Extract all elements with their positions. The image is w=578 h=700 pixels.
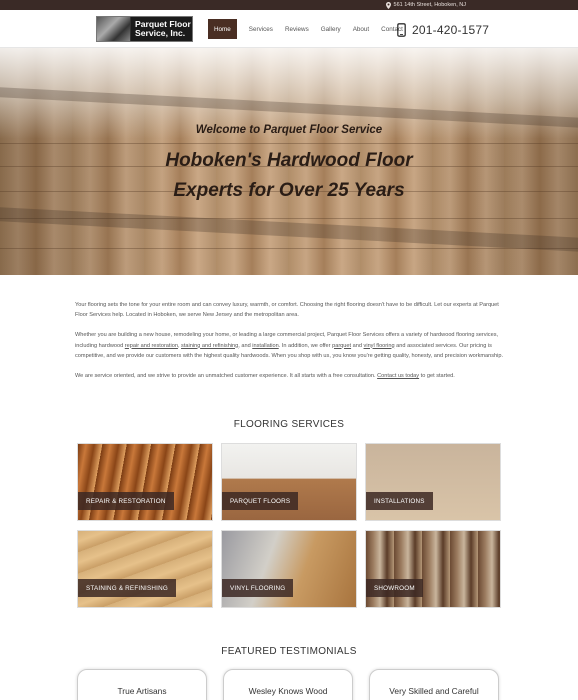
service-tile-label: SHOWROOM: [366, 579, 423, 597]
main-nav: Home Services Reviews Gallery About Cont…: [208, 19, 409, 39]
intro-text-run: to get started.: [419, 373, 455, 380]
link-staining-refinishing[interactable]: staining and refinishing: [181, 343, 238, 349]
service-tile-repair[interactable]: REPAIR & RESTORATION: [77, 443, 213, 521]
nav-home[interactable]: Home: [208, 19, 237, 39]
phone-icon: [397, 23, 406, 37]
address-text: 561 14th Street, Hoboken, NJ: [393, 2, 466, 8]
map-pin-icon: [385, 1, 391, 9]
link-vinyl-flooring[interactable]: vinyl flooring: [364, 343, 395, 349]
link-contact-us[interactable]: Contact us today: [377, 373, 419, 379]
address[interactable]: 561 14th Street, Hoboken, NJ: [385, 0, 466, 10]
hero-welcome: Welcome to Parquet Floor Service: [195, 124, 383, 136]
nav-services[interactable]: Services: [243, 19, 279, 39]
intro-paragraph-3: We are service oriented, and we strive t…: [75, 371, 505, 381]
services-grid: REPAIR & RESTORATION PARQUET FLOORS INST…: [77, 443, 501, 608]
intro-text-run: , and: [238, 342, 253, 349]
intro-text-run: and: [351, 342, 364, 349]
hero-headline: Hoboken's Hardwood Floor Experts for Ove…: [0, 146, 578, 206]
service-tile-vinyl[interactable]: VINYL FLOORING: [221, 530, 357, 608]
testimonial-card[interactable]: Wesley Knows Wood: [223, 669, 353, 700]
service-tile-label: PARQUET FLOORS: [222, 492, 299, 510]
phone-number: 201-420-1577: [412, 23, 490, 37]
nav-about[interactable]: About: [347, 19, 375, 39]
hero-headline-line-2: Experts for Over 25 Years: [173, 180, 405, 201]
link-installation[interactable]: installation: [252, 343, 278, 349]
intro-paragraph-1: Your flooring sets the tone for your ent…: [75, 302, 499, 319]
service-tile-label: VINYL FLOORING: [222, 579, 294, 597]
service-tile-label: REPAIR & RESTORATION: [78, 492, 174, 510]
link-parquet[interactable]: parquet: [332, 343, 351, 349]
services-title: FLOORING SERVICES: [233, 419, 345, 430]
logo-line-2: Service, Inc.: [135, 28, 186, 38]
link-repair-restoration[interactable]: repair and restoration: [125, 343, 178, 349]
intro-paragraph-2: Whether you are building a new house, re…: [75, 330, 505, 361]
logo-text: Parquet Floor Service, Inc.: [131, 20, 191, 38]
testimonial-card[interactable]: Very Skilled and Careful: [369, 669, 499, 700]
site-header: Parquet Floor Service, Inc. Home Service…: [0, 10, 578, 48]
nav-reviews[interactable]: Reviews: [279, 19, 315, 39]
testimonial-card[interactable]: True Artisans: [77, 669, 207, 700]
service-tile-label: INSTALLATIONS: [366, 492, 433, 510]
top-bar: 561 14th Street, Hoboken, NJ: [0, 0, 578, 10]
hero-banner: Welcome to Parquet Floor Service Hoboken…: [0, 48, 578, 275]
service-tile-label: STAINING & REFINISHING: [78, 579, 176, 597]
logo-image: [97, 17, 131, 41]
service-tile-showroom[interactable]: SHOWROOM: [365, 530, 501, 608]
intro-text-run: . In addition, we offer: [278, 342, 333, 349]
phone-link[interactable]: 201-420-1577: [397, 23, 489, 37]
intro-text-run: We are service oriented, and we strive t…: [75, 373, 378, 380]
testimonials-title: FEATURED TESTIMONIALS: [221, 646, 357, 657]
service-tile-parquet[interactable]: PARQUET FLOORS: [221, 443, 357, 521]
service-tile-staining[interactable]: STAINING & REFINISHING: [77, 530, 213, 608]
service-tile-installations[interactable]: INSTALLATIONS: [365, 443, 501, 521]
hero-headline-line-1: Hoboken's Hardwood Floor: [165, 150, 413, 171]
testimonials-list: True Artisans Wesley Knows Wood Very Ski…: [77, 669, 501, 700]
intro-text: Your flooring sets the tone for your ent…: [75, 300, 505, 391]
nav-gallery[interactable]: Gallery: [315, 19, 347, 39]
site-logo[interactable]: Parquet Floor Service, Inc.: [96, 16, 193, 42]
